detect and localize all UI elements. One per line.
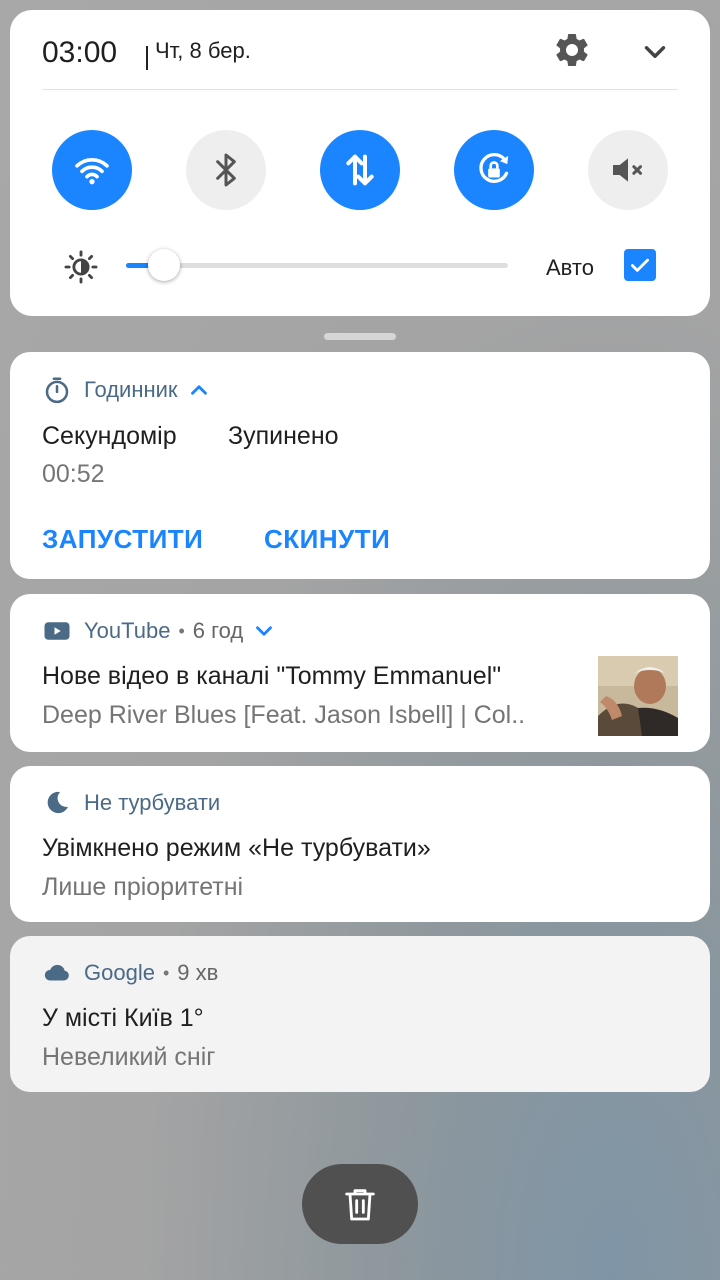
rotation-lock-icon <box>479 152 509 183</box>
stopwatch-icon <box>45 377 69 404</box>
auto-brightness-checkbox[interactable] <box>624 249 656 281</box>
notification-title: Увімкнено режим «Не турбувати» <box>42 834 431 862</box>
trash-icon <box>345 1189 375 1221</box>
notification-text: Невеликий сніг <box>42 1043 216 1071</box>
drag-handle[interactable] <box>324 333 396 340</box>
divider <box>146 46 148 70</box>
brightness-slider[interactable] <box>126 249 508 281</box>
start-button[interactable]: ЗАПУСТИТИ <box>42 524 203 555</box>
app-name: Не турбувати <box>84 790 221 815</box>
moon-icon <box>47 791 68 814</box>
quick-settings-panel: 03:00 Чт, 8 бер. Авто <box>10 10 710 316</box>
notification-title: Секундомір <box>42 422 177 450</box>
notification-age: 9 хв <box>177 960 219 985</box>
chevron-up-icon[interactable] <box>186 377 212 403</box>
notification-header: YouTube • 6 год <box>42 616 277 646</box>
youtube-icon <box>44 622 70 640</box>
chevron-down-icon[interactable] <box>251 618 277 644</box>
app-name: Годинник <box>84 377 178 402</box>
cloud-icon <box>44 964 69 981</box>
stopwatch-status: Зупинено <box>228 422 339 450</box>
sound-toggle[interactable] <box>588 130 668 210</box>
divider <box>42 89 678 90</box>
date-label: Чт, 8 бер. <box>155 38 251 63</box>
auto-brightness-label: Авто <box>546 255 594 280</box>
clear-all-button[interactable] <box>302 1164 418 1244</box>
mute-icon <box>613 158 642 182</box>
notification-header: Google • 9 хв <box>42 958 218 988</box>
video-thumbnail <box>598 656 678 736</box>
dnd-notification[interactable]: Не турбувати Увімкнено режим «Не турбува… <box>10 766 710 922</box>
notification-title: У місті Київ 1° <box>42 1004 204 1032</box>
app-name: YouTube <box>84 618 171 643</box>
chevron-down-icon[interactable] <box>638 35 672 69</box>
bluetooth-icon <box>216 153 236 187</box>
notification-title: Нове відео в каналі "Tommy Emmanuel" <box>42 662 502 690</box>
youtube-notification[interactable]: YouTube • 6 год Нове відео в каналі "Tom… <box>10 594 710 752</box>
bluetooth-toggle[interactable] <box>186 130 266 210</box>
notification-header: Годинник <box>42 375 212 405</box>
notification-text: Лише пріоритетні <box>42 873 244 901</box>
wifi-icon <box>75 158 109 185</box>
notification-text: Deep River Blues [Feat. Jason Isbell] | … <box>42 701 526 729</box>
mobile-data-toggle[interactable] <box>320 130 400 210</box>
wifi-toggle[interactable] <box>52 130 132 210</box>
checkmark-icon <box>631 258 649 272</box>
brightness-slider-thumb[interactable] <box>148 249 180 281</box>
stopwatch-elapsed: 00:52 <box>42 460 105 488</box>
separator-dot: • <box>162 962 170 983</box>
notification-age: 6 год <box>192 618 244 643</box>
clock-time: 03:00 <box>42 36 118 69</box>
notification-header: Не турбувати <box>42 788 220 818</box>
reset-button[interactable]: СКИНУТИ <box>264 524 390 555</box>
app-name: Google <box>84 960 155 985</box>
auto-rotate-toggle[interactable] <box>454 130 534 210</box>
brightness-icon <box>64 250 98 284</box>
stopwatch-notification[interactable]: Годинник Секундомір Зупинено 00:52 ЗАПУС… <box>10 352 710 579</box>
data-transfer-icon <box>346 154 374 186</box>
google-weather-notification[interactable]: Google • 9 хв У місті Київ 1° Невеликий … <box>10 936 710 1092</box>
settings-gear-icon[interactable] <box>552 30 592 70</box>
separator-dot: • <box>178 620 185 641</box>
